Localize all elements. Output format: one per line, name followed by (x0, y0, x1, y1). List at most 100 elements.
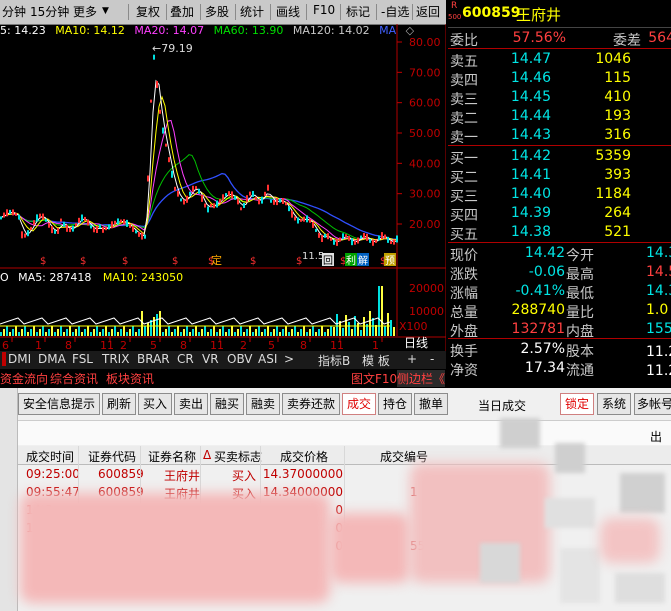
volume-bar (144, 326, 146, 336)
multi-account-button[interactable]: 多帐号 (634, 393, 671, 415)
candle (36, 214, 38, 222)
candle (126, 219, 128, 227)
tab-asi[interactable]: ASI (258, 352, 277, 366)
volume-bar (294, 326, 296, 336)
lock-button[interactable]: 锁定 (560, 393, 594, 415)
candle (174, 186, 176, 191)
positions-button[interactable]: 持仓 (378, 393, 412, 415)
volume-bar (159, 311, 161, 336)
refresh-button[interactable]: 刷新 (102, 393, 136, 415)
bid-level-2[interactable]: 买二 14.41 393 (448, 167, 671, 186)
system-button[interactable]: 系统 (597, 393, 631, 415)
tab-dmi[interactable]: DMI (8, 352, 31, 366)
volume-bar (180, 332, 182, 336)
ask-level-2[interactable]: 卖二 14.44 193 (448, 108, 671, 127)
candle (234, 195, 236, 200)
volume-bar (135, 332, 137, 336)
volume-bar (9, 332, 11, 336)
tab-cr[interactable]: CR (177, 352, 194, 366)
chevron-down-icon[interactable]: ▼ (102, 6, 109, 16)
tab-obv[interactable]: OBV (227, 352, 253, 366)
margin-sell-button[interactable]: 融卖 (246, 393, 280, 415)
tab-trix[interactable]: TRIX (102, 352, 129, 366)
candle (291, 210, 293, 218)
zoom-in-button[interactable]: + (407, 352, 417, 366)
volume-bar (309, 329, 311, 336)
toolbar-period-15min[interactable]: 15分钟 (30, 3, 69, 20)
ask-price: 14.43 (510, 127, 551, 143)
toolbar-draw-line[interactable]: 画线 (276, 3, 300, 20)
price-axis-label: 80.00 (409, 36, 441, 49)
ask-level-4[interactable]: 卖四 14.46 115 (448, 70, 671, 89)
trades-tab-button[interactable]: 成交 (342, 393, 376, 415)
kline-chart[interactable]: 80.00 70.00 60.00 50.00 40.00 30.00 20.00 ←79.… (0, 24, 446, 354)
candle (339, 237, 341, 242)
candle (198, 188, 200, 194)
toolbar-self-select[interactable]: -自选 (381, 3, 409, 20)
tab-brar[interactable]: BRAR (137, 352, 170, 366)
bid-level-5[interactable]: 买五 14.38 521 (448, 224, 671, 243)
candle (264, 191, 266, 196)
buy-button[interactable]: 买入 (138, 393, 172, 415)
candle (180, 198, 182, 202)
tab-vr[interactable]: VR (202, 352, 219, 366)
volume-bar (105, 326, 107, 336)
toolbar-period-minute[interactable]: 分钟 (2, 3, 26, 20)
volume-bar (312, 326, 314, 336)
toolbar-fuquan[interactable]: 复权 (136, 3, 160, 20)
margin-buy-button[interactable]: 融买 (210, 393, 244, 415)
tab-fund-flow[interactable]: 资金流向 (0, 370, 48, 387)
period-daily[interactable]: 日线 (404, 334, 428, 351)
toolbar-back[interactable]: 返回 (416, 3, 440, 20)
vol-ma5: MA5: 287418 (18, 271, 91, 284)
sell-repay-button[interactable]: 卖券还款 (282, 393, 340, 415)
sell-button[interactable]: 卖出 (174, 393, 208, 415)
tab-sector-news[interactable]: 板块资讯 (106, 370, 154, 387)
candle (360, 235, 362, 239)
price-axis-label: 40.00 (409, 157, 441, 170)
blur-mask (600, 518, 660, 563)
tab-dma[interactable]: DMA (38, 352, 66, 366)
candle (21, 231, 23, 239)
volume-bar (141, 311, 143, 336)
candle (162, 127, 164, 134)
tab-template[interactable]: 模 板 (362, 352, 390, 369)
cancel-order-button[interactable]: 撤单 (414, 393, 448, 415)
toolbar-more[interactable]: 更多 (73, 3, 97, 20)
candle (117, 218, 119, 225)
toolbar-f10[interactable]: F10 (313, 3, 335, 17)
candle (159, 109, 161, 114)
toolbar-mark[interactable]: 标记 (346, 3, 370, 20)
zoom-out-button[interactable]: - (430, 352, 434, 366)
volume-bar (24, 326, 26, 336)
toolbar-stats[interactable]: 统计 (240, 3, 264, 20)
tab-fsl[interactable]: FSL (72, 352, 93, 366)
volume-bar (303, 326, 305, 336)
volume-bar (324, 332, 326, 336)
candle (72, 225, 74, 232)
volume-bar (381, 286, 383, 336)
toolbar-multi-stock[interactable]: 多股 (205, 3, 229, 20)
ask-level-3[interactable]: 卖三 14.45 410 (448, 89, 671, 108)
marker-li: 利 (346, 255, 356, 267)
tab-news[interactable]: 综合资讯 (50, 370, 98, 387)
ask-label: 卖三 (450, 92, 478, 108)
volume-bar (117, 332, 119, 336)
volume-bar (267, 326, 269, 336)
ask-level-5[interactable]: 卖五 14.47 1046 (448, 51, 671, 70)
ask-level-1[interactable]: 卖一 14.43 316 (448, 127, 671, 146)
volume-bar (297, 332, 299, 336)
bid-level-3[interactable]: 买三 14.40 1184 (448, 186, 671, 205)
tab-indicator-b[interactable]: 指标B (318, 352, 350, 369)
candle (99, 224, 101, 229)
bid-level-1[interactable]: 买一 14.42 5359 (448, 148, 671, 167)
bid-level-4[interactable]: 买四 14.39 264 (448, 205, 671, 224)
candle (60, 218, 62, 222)
vol-axis-20000: 20000 (409, 282, 444, 295)
security-info-button[interactable]: 安全信息提示 (18, 393, 100, 415)
sidebar-toggle[interactable]: 侧边栏《 (397, 370, 446, 387)
toolbar-overlay[interactable]: 叠加 (170, 3, 194, 20)
ask-label: 卖一 (450, 130, 478, 146)
tab-graphic-f10[interactable]: 图文F10 (351, 370, 397, 387)
tab-next-arrow[interactable]: > (284, 352, 294, 366)
